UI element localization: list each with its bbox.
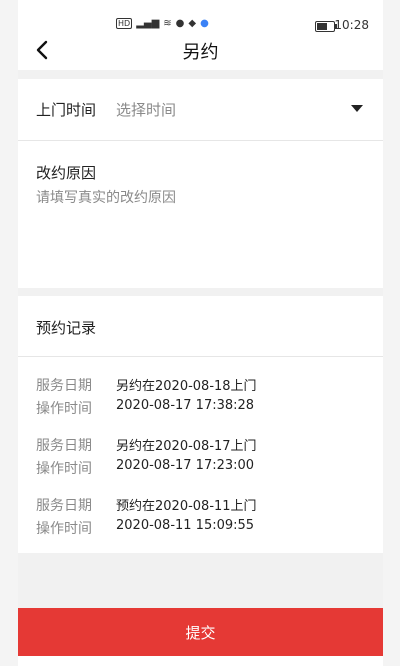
service-date-label: 服务日期	[36, 378, 92, 394]
record-item: 服务日期 另约在2020-08-18上门 操作时间 2020-08-17 17:…	[18, 357, 383, 417]
triangle-down-icon[interactable]	[351, 105, 363, 112]
section-divider	[18, 70, 383, 79]
service-date-value: 预约在2020-08-11上门	[116, 499, 257, 514]
reason-input[interactable]	[36, 187, 366, 267]
visit-time-picker[interactable]: 上门时间 选择时间	[18, 79, 383, 141]
operation-time-label: 操作时间	[36, 401, 92, 417]
operation-time-value: 2020-08-11 15:09:55	[116, 518, 255, 533]
submit-button[interactable]: 提交	[18, 608, 383, 656]
app-frame: HD ▂▄▆ ≋ ● ◆ ● 10:28 另约 上门时间 选择时间 改约原因 预…	[18, 0, 383, 666]
record-item: 服务日期 另约在2020-08-17上门 操作时间 2020-08-17 17:…	[18, 417, 383, 477]
visit-time-value[interactable]: 选择时间	[116, 99, 176, 120]
section-divider	[18, 288, 383, 296]
record-item: 服务日期 预约在2020-08-11上门 操作时间 2020-08-11 15:…	[18, 477, 383, 537]
records-header: 预约记录	[18, 296, 383, 357]
service-date-value: 另约在2020-08-17上门	[116, 439, 257, 454]
operation-time-value: 2020-08-17 17:23:00	[116, 458, 255, 473]
page-title: 另约	[182, 42, 219, 63]
app-header: 另约	[18, 28, 383, 70]
operation-time-label: 操作时间	[36, 521, 92, 537]
records-list: 服务日期 另约在2020-08-18上门 操作时间 2020-08-17 17:…	[18, 357, 383, 553]
reason-section: 改约原因	[18, 141, 383, 288]
operation-time-value: 2020-08-17 17:38:28	[116, 398, 255, 413]
status-bar: HD ▂▄▆ ≋ ● ◆ ● 10:28	[18, 0, 383, 32]
visit-time-label: 上门时间	[36, 101, 97, 119]
bottom-spacer	[18, 553, 383, 608]
service-date-label: 服务日期	[36, 498, 92, 514]
reason-label: 改约原因	[36, 164, 97, 182]
operation-time-label: 操作时间	[36, 461, 92, 477]
service-date-label: 服务日期	[36, 438, 92, 454]
service-date-value: 另约在2020-08-18上门	[116, 379, 257, 394]
records-title: 预约记录	[36, 319, 97, 337]
